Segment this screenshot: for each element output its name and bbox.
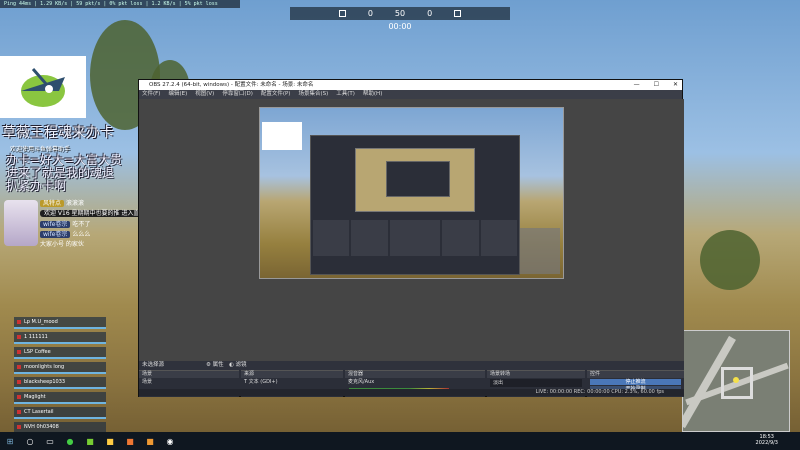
chat-text: 吃不了: [72, 221, 91, 228]
leaderboard: Lp M.U_mood 1 111111 LSP Coffee moonligh…: [14, 317, 106, 437]
transition-type-select[interactable]: 淡出: [490, 379, 582, 387]
obs-menubar: 文件(F) 编辑(E) 视图(V) 停靠窗口(D) 配置文件(P) 场景集合(S…: [139, 90, 682, 99]
tree: [700, 230, 760, 290]
controls-header: 控件: [587, 371, 684, 378]
leaderboard-row: blacksheep1033: [14, 377, 106, 389]
transitions-header: 场景转场: [487, 371, 585, 378]
chat-message: wife卷宗 么么么: [40, 231, 90, 239]
no-source-label: 未选择源: [142, 362, 165, 368]
streamer-avatar: [4, 200, 38, 246]
game-minimap[interactable]: [682, 330, 790, 432]
menu-help[interactable]: 帮助(H): [363, 90, 382, 99]
streamer-logo: [0, 56, 86, 118]
leaderboard-row: 1 111111: [14, 332, 106, 344]
app-icon[interactable]: ■: [144, 435, 156, 447]
scene-item[interactable]: 场景: [139, 378, 239, 386]
properties-button[interactable]: 属性: [213, 362, 224, 368]
scenes-header: 场景: [139, 371, 239, 378]
chat-user: 风特点: [40, 200, 65, 207]
menu-docks[interactable]: 停靠窗口(D): [222, 90, 253, 99]
promo-line: 扒紧办卡啊: [6, 179, 67, 193]
team-right-icon: [454, 10, 462, 17]
obs-status: LIVE: 00:00:00 REC: 00:00:00 CPU: 2.3%, …: [139, 389, 684, 396]
team-left-icon: [338, 10, 346, 17]
leaderboard-row: Lp M.U_mood: [14, 317, 106, 329]
nvidia-icon[interactable]: ■: [84, 435, 96, 447]
score-mid: 50: [394, 9, 406, 18]
obs-taskbar-icon[interactable]: ◉: [164, 435, 176, 447]
mixer-header: 混音器: [345, 371, 485, 378]
network-stats-bar: Ping 44ms | 1.29 KB/s | 59 pkt/s | 0% pk…: [0, 0, 240, 8]
source-item[interactable]: T 文本 (GDI+): [241, 378, 343, 386]
stop-streaming-button[interactable]: 停止推流: [590, 379, 681, 385]
menu-view[interactable]: 视图(V): [195, 90, 214, 99]
overlay-promo-lines: 办卡=好大=大富大贵 进来了就是我的魂退 扒紧办卡啊: [6, 154, 122, 193]
taskbar-clock[interactable]: 18:53 2022/9/3: [756, 434, 778, 446]
obs-titlebar: OBS 27.2.4 (64-bit, windows) - 配置文件: 未命名…: [139, 80, 682, 90]
text-source-icon: T: [244, 379, 248, 385]
match-timer: 00:00: [388, 22, 412, 31]
chat-user: wife卷宗: [40, 231, 71, 238]
window-title: OBS 27.2.4 (64-bit, windows) - 配置文件: 未命名…: [149, 82, 314, 88]
menu-scene-collection[interactable]: 场景集合(S): [298, 90, 328, 99]
minimize-button[interactable]: —: [634, 80, 640, 90]
filters-button[interactable]: 滤镜: [236, 362, 247, 368]
clock-date: 2022/9/3: [755, 440, 778, 446]
nested-obs-preview: [310, 135, 520, 275]
leaderboard-row: CT Lasertail: [14, 407, 106, 419]
menu-tools[interactable]: 工具(T): [336, 90, 355, 99]
maximize-button[interactable]: ☐: [654, 80, 659, 90]
leaderboard-row: LSP Coffee: [14, 347, 106, 359]
browser-icon[interactable]: ●: [64, 435, 76, 447]
obs-preview[interactable]: [139, 99, 684, 361]
menu-edit[interactable]: 编辑(E): [168, 90, 187, 99]
windows-taskbar: ⊞ ○ ▭ ● ■ ■ ■ ■ ◉ 18:53 2022/9/3: [0, 432, 800, 450]
menu-file[interactable]: 文件(F): [142, 90, 160, 99]
score-right: 0: [427, 9, 433, 18]
obs-window: OBS 27.2.4 (64-bit, windows) - 配置文件: 未命名…: [138, 79, 684, 397]
close-button[interactable]: ✕: [673, 80, 678, 90]
windows-start-icon[interactable]: ⊞: [4, 435, 16, 447]
overlay-welcome: 欢迎使用斗鱼弹幕助手: [10, 146, 71, 153]
chat-message: 风特点 滚滚滚: [40, 200, 84, 208]
app-icon[interactable]: ■: [124, 435, 136, 447]
chat-message: wife卷宗 吃不了: [40, 221, 90, 229]
search-icon[interactable]: ○: [24, 435, 36, 447]
gear-icon: ⚙: [205, 362, 211, 368]
leaderboard-row: moonlights long: [14, 362, 106, 374]
filter-icon: ◐: [228, 362, 234, 368]
task-view-icon[interactable]: ▭: [44, 435, 56, 447]
preview-canvas: [259, 107, 564, 279]
match-score-bar: 0 50 0: [290, 7, 510, 20]
leaderboard-row: Maglight: [14, 392, 106, 404]
player-marker-icon: [733, 377, 739, 383]
chat-text: 滚滚滚: [65, 200, 84, 207]
chat-message: 大家小号 的家伙: [40, 241, 84, 249]
mixer-track-name: 麦克风/Aux: [348, 379, 375, 385]
chat-text: 么么么: [72, 231, 91, 238]
chat-user: wife卷宗: [40, 221, 71, 228]
file-explorer-icon[interactable]: ■: [104, 435, 116, 447]
menu-profile[interactable]: 配置文件(P): [261, 90, 291, 99]
bird-logo-icon: [21, 68, 65, 107]
obs-source-toolbar: 未选择源 ⚙ 属性 ◐ 滤镜: [139, 361, 684, 370]
chat-text: 大家小号 的家伙: [40, 241, 84, 248]
score-left: 0: [367, 9, 373, 18]
sources-header: 来源: [241, 371, 343, 378]
overlay-title: 草薇王程魂来办卡: [2, 125, 114, 141]
